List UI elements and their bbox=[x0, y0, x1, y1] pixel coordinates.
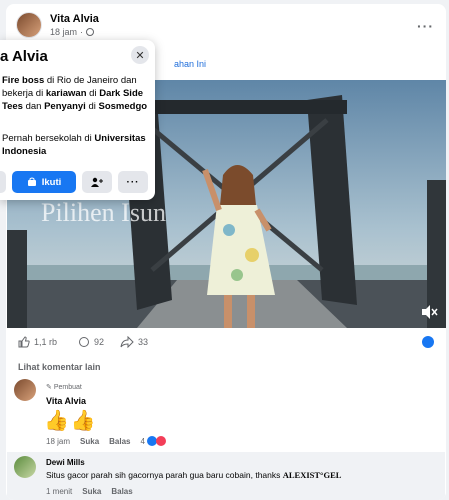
add-friend-icon bbox=[91, 177, 103, 187]
video-overlay-text: Pilihen Isun bbox=[41, 198, 166, 227]
comment-button[interactable]: 92 bbox=[78, 336, 104, 348]
comment-meta: 18 jam Suka Balas 4 bbox=[46, 436, 166, 446]
profile-actions: Ikuti ··· bbox=[0, 171, 155, 193]
reaction-like-icon[interactable] bbox=[422, 336, 434, 348]
partial-button[interactable] bbox=[0, 171, 6, 193]
author-badge-label: Pembuat bbox=[53, 384, 82, 391]
add-friend-button[interactable] bbox=[82, 171, 112, 193]
commenter-avatar[interactable] bbox=[14, 456, 36, 478]
author-badge: ✎ Pembuat bbox=[46, 384, 82, 391]
comment-time[interactable]: 18 jam bbox=[46, 437, 70, 446]
work-title[interactable]: Penyanyi bbox=[44, 101, 86, 112]
share-button[interactable]: 33 bbox=[120, 336, 148, 348]
post-meta: 18 jam · bbox=[50, 27, 95, 37]
follow-button[interactable]: Ikuti bbox=[12, 171, 76, 193]
follow-icon bbox=[27, 177, 36, 186]
comment-reply-button[interactable]: Balas bbox=[111, 487, 132, 496]
author-name[interactable]: Vita Alvia bbox=[50, 13, 99, 25]
comment-body: Situs gacor parah sih gacornya parah gua… bbox=[46, 470, 283, 480]
post-time[interactable]: 18 jam bbox=[50, 27, 77, 37]
commenter-name[interactable]: Vita Alvia bbox=[46, 396, 86, 406]
close-icon[interactable]: ✕ bbox=[131, 46, 149, 64]
like-button[interactable]: 1,1 rb bbox=[18, 336, 57, 348]
comment-body: 👍👍 bbox=[44, 410, 98, 432]
more-options-button[interactable]: ··· bbox=[118, 171, 148, 193]
love-reaction-icon bbox=[155, 436, 166, 446]
reaction-count: 4 bbox=[140, 436, 145, 446]
profile-education-info: Pernah bersekolah di Universitas Indones… bbox=[2, 133, 146, 157]
work-title[interactable]: Fire boss bbox=[2, 75, 44, 86]
like-count: 1,1 rb bbox=[34, 337, 58, 347]
commenter-avatar[interactable] bbox=[14, 379, 36, 401]
comment-count: 92 bbox=[94, 337, 105, 347]
share-count: 33 bbox=[138, 337, 149, 347]
comment-reactions[interactable]: 4 bbox=[141, 436, 166, 446]
comment-brand: ALEXIST°GEL bbox=[282, 470, 342, 480]
share-icon bbox=[120, 336, 134, 348]
comment-reply-button[interactable]: Balas bbox=[109, 437, 130, 446]
comment-like-button[interactable]: Suka bbox=[80, 437, 99, 446]
profile-name[interactable]: a Alvia bbox=[0, 48, 48, 65]
comment-text: Situs gacor parah sih gacornya parah gua… bbox=[46, 470, 341, 480]
profile-hover-card: a Alvia ✕ Fire boss di Rio de Janeiro da… bbox=[0, 40, 155, 200]
author-avatar[interactable] bbox=[16, 12, 42, 38]
work-place[interactable]: Sosmedgo bbox=[99, 101, 148, 112]
comment-icon bbox=[79, 337, 89, 347]
globe-icon bbox=[86, 28, 95, 36]
commenter-name[interactable]: Dewi Mills bbox=[46, 458, 85, 467]
profile-work-info: Fire boss di Rio de Janeiro dan bekerja … bbox=[2, 75, 148, 112]
work-title[interactable]: kariawan bbox=[46, 88, 87, 99]
mute-icon[interactable] bbox=[420, 304, 438, 320]
more-options-icon[interactable]: ··· bbox=[417, 18, 434, 34]
comment-time[interactable]: 1 menit bbox=[46, 487, 72, 496]
comment-like-button[interactable]: Suka bbox=[82, 487, 101, 496]
follow-label: Ikuti bbox=[41, 176, 62, 188]
like-icon bbox=[18, 336, 30, 348]
caption-link[interactable]: ahan Ini bbox=[174, 59, 206, 69]
post-actions: 1,1 rb 92 33 bbox=[16, 332, 436, 354]
view-more-comments-link[interactable]: Lihat komentar lain bbox=[18, 362, 101, 372]
comment-meta: 1 menit Suka Balas bbox=[46, 487, 133, 496]
